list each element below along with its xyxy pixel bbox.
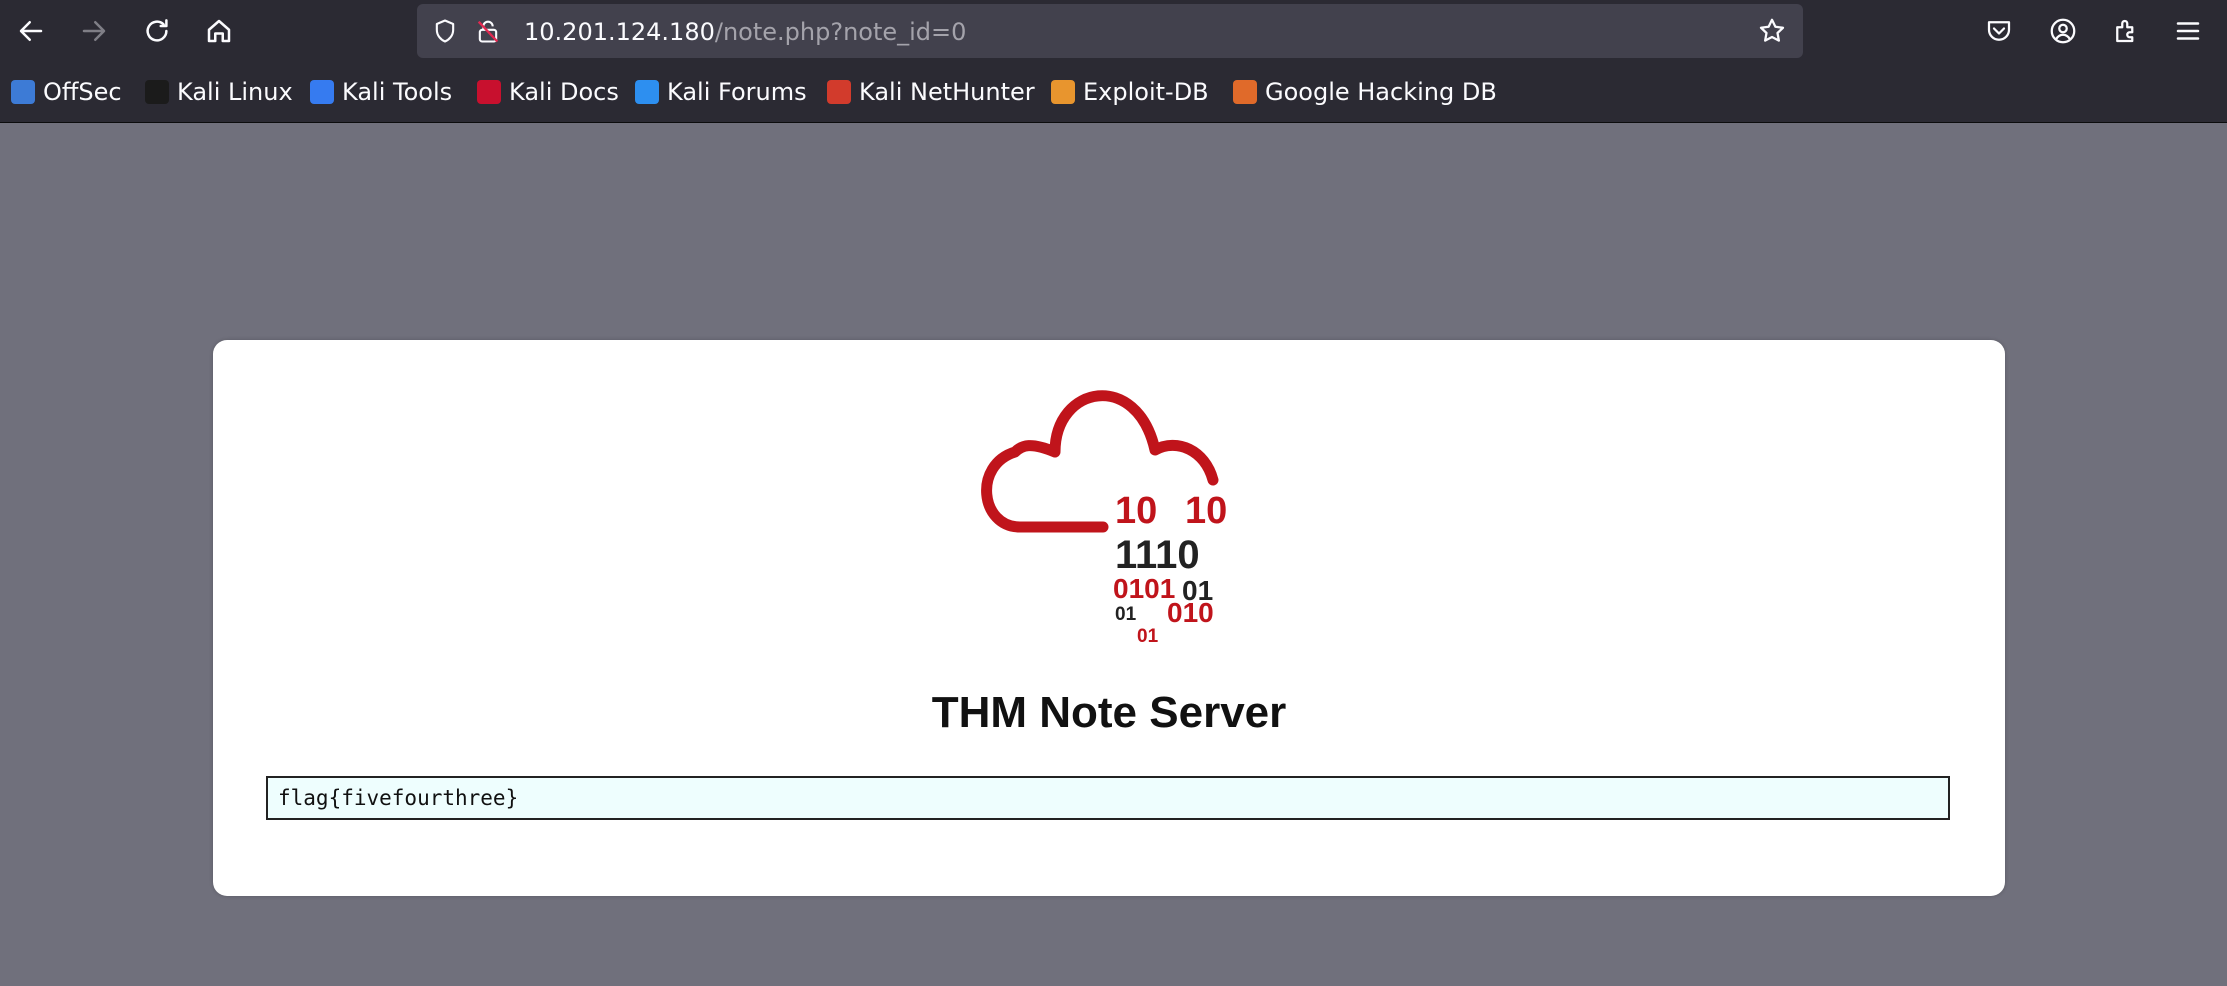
kali-dragon-icon [145,80,169,104]
cloud-outline [981,390,1219,533]
bookmark-kali-docs[interactable]: Kali Docs [477,74,619,110]
bookmark-star-icon[interactable] [1757,16,1787,46]
kali-docs-icon [477,80,501,104]
kali-forums-icon [635,80,659,104]
logo-digits-row5: 01 [1137,626,1159,647]
logo-digits-row1-right: 10 [1185,490,1227,532]
url-host: 10.201.124.180 [524,18,715,46]
bookmark-offsec[interactable]: OffSec [11,74,122,110]
extensions-icon[interactable] [2106,11,2146,51]
bookmark-label: Kali Docs [509,78,619,106]
exploit-db-icon [1051,80,1075,104]
note-card: 10 10 1110 0101 01 01 010 01 THM Note Se… [213,340,2005,896]
forward-arrow-icon[interactable] [74,11,114,51]
bookmark-label: Google Hacking DB [1265,78,1497,106]
logo-digits-row1-left: 10 [1115,490,1157,532]
back-arrow-icon[interactable] [11,11,51,51]
bookmark-google-hacking-db[interactable]: Google Hacking DB [1233,74,1497,110]
shield-icon[interactable] [430,16,460,46]
bookmark-label: OffSec [43,78,122,106]
bookmark-exploit-db[interactable]: Exploit-DB [1051,74,1209,110]
pocket-icon[interactable] [1979,11,2019,51]
logo-digits-row4-right: 010 [1167,597,1214,628]
home-icon[interactable] [199,11,239,51]
url-bar[interactable]: 10.201.124.180/note.php?note_id=0 [417,4,1803,58]
cloud-binary-logo: 10 10 1110 0101 01 01 010 01 [981,390,1227,647]
note-content: flag{fivefourthree} [266,776,1950,820]
bookmark-label: Kali Tools [342,78,453,106]
menu-icon[interactable] [2168,11,2208,51]
bookmark-kali-forums[interactable]: Kali Forums [635,74,807,110]
url-text[interactable]: 10.201.124.180/note.php?note_id=0 [524,17,966,47]
browser-toolbar: 10.201.124.180/note.php?note_id=0 [0,0,2227,62]
bookmarks-toolbar: OffSec Kali Linux Kali Tools Kali Docs K… [0,62,2227,123]
account-icon[interactable] [2043,11,2083,51]
url-path: /note.php?note_id=0 [714,18,967,46]
kali-nethunter-icon [827,80,851,104]
bookmark-label: Kali NetHunter [859,78,1035,106]
page-title: THM Note Server [931,688,1287,737]
google-hacking-db-icon [1233,80,1257,104]
logo-digits-row3-left: 0101 [1113,573,1175,604]
logo-digits-row4-left: 01 [1115,604,1137,625]
reload-icon[interactable] [137,11,177,51]
bookmark-kali-linux[interactable]: Kali Linux [145,74,293,110]
bookmark-kali-nethunter[interactable]: Kali NetHunter [827,74,1035,110]
offsec-icon [11,80,35,104]
bookmark-kali-tools[interactable]: Kali Tools [310,74,452,110]
bookmark-label: Kali Linux [177,78,293,106]
logo-digits-row2: 1110 [1115,533,1200,577]
insecure-lock-icon[interactable] [473,16,503,46]
bookmark-label: Exploit-DB [1083,78,1209,106]
kali-tools-icon [310,80,334,104]
bookmark-label: Kali Forums [667,78,807,106]
